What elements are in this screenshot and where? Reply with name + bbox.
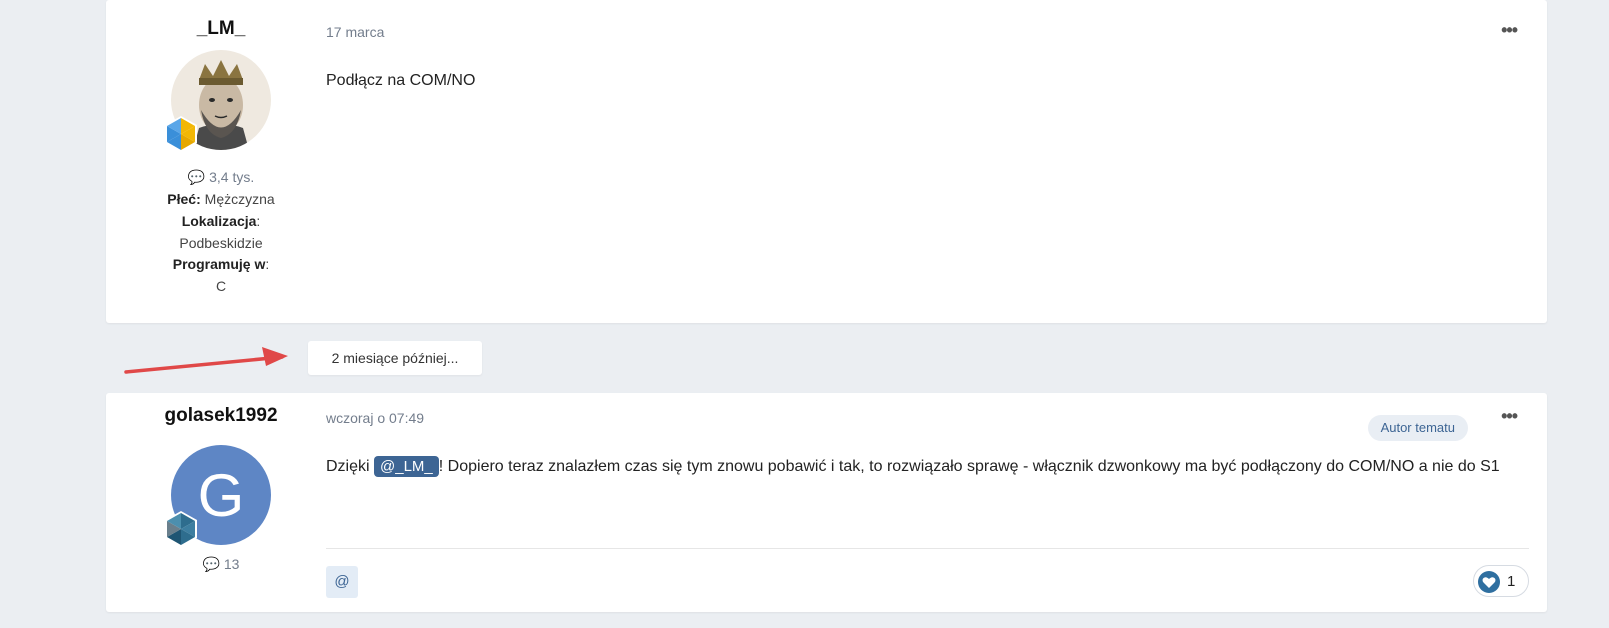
profile-field-gender: Płeć: Mężczyzna xyxy=(106,189,336,211)
rank-badge-icon xyxy=(161,114,201,154)
post-content: Dzięki @_LM_! Dopiero teraz znalazłem cz… xyxy=(326,453,1526,480)
post-content: Podłącz na COM/NO xyxy=(326,72,476,89)
field-label: Programuję w xyxy=(172,256,266,272)
post-date[interactable]: wczoraj o 07:49 xyxy=(326,410,424,426)
post-count-value: 3,4 tys. xyxy=(209,169,255,185)
more-options-icon[interactable]: ••• xyxy=(1501,20,1518,41)
comment-icon: 💬 xyxy=(187,169,206,185)
post-card: _LM_ 💬 3,4 tys. Płeć: Mężczyzna Lokaliza… xyxy=(106,0,1547,323)
user-mention[interactable]: @_LM_ xyxy=(374,456,439,477)
post-card: golasek1992 G 💬 13 wczoraj o 07:49 Autor… xyxy=(106,393,1547,612)
red-arrow-annotation xyxy=(124,347,288,374)
avatar-letter: G xyxy=(197,461,245,529)
heart-icon xyxy=(1478,571,1500,593)
author-avatar[interactable] xyxy=(165,50,271,152)
comment-icon: 💬 xyxy=(202,556,220,572)
field-value: Podbeskidzie xyxy=(179,234,263,251)
author-avatar[interactable]: G xyxy=(165,445,271,547)
reaction-count: 1 xyxy=(1507,573,1516,590)
post-count: 💬 13 xyxy=(106,554,336,576)
time-gap-label: 2 miesiące później... xyxy=(308,341,482,375)
profile-field-language: Programuję w: C xyxy=(172,256,270,294)
quote-mention-button[interactable]: @ xyxy=(326,566,358,598)
post-count: 💬 3,4 tys. xyxy=(106,167,336,189)
field-label: Lokalizacja xyxy=(181,213,257,229)
field-value: Mężczyzna xyxy=(204,191,275,207)
post-footer-divider xyxy=(326,548,1529,549)
field-label: Płeć: xyxy=(167,191,201,207)
post-text: Dzięki xyxy=(326,458,375,475)
post-count-value: 13 xyxy=(223,556,240,572)
field-value: C xyxy=(215,277,227,294)
profile-field-location: Lokalizacja: Podbeskidzie xyxy=(179,213,263,251)
author-name[interactable]: _LM_ xyxy=(106,18,336,40)
author-name[interactable]: golasek1992 xyxy=(106,405,336,427)
topic-author-badge: Autor tematu xyxy=(1367,415,1468,441)
post-text: ! Dopiero teraz znalazłem czas się tym z… xyxy=(438,458,1500,475)
reaction-button[interactable]: 1 xyxy=(1473,565,1529,597)
rank-badge-icon xyxy=(161,509,201,549)
more-options-icon[interactable]: ••• xyxy=(1501,406,1518,427)
post-date[interactable]: 17 marca xyxy=(326,24,384,40)
